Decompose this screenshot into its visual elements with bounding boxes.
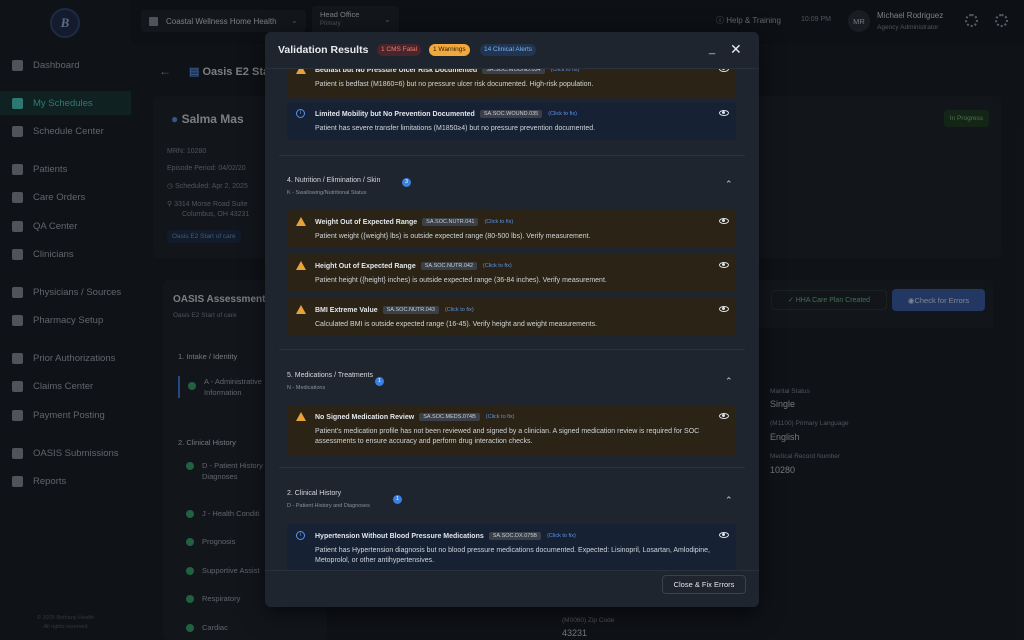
validation-description: Patient has Hypertension diagnosis but n… [315, 547, 710, 564]
click-to-fix-link[interactable]: (Click to fix) [483, 263, 512, 269]
validation-title: Weight Out of Expected Range SA.SOC.NUTR.… [315, 218, 513, 226]
click-to-fix-link[interactable]: (Click to fix) [547, 533, 576, 539]
section-divider [279, 155, 745, 156]
minimize-icon[interactable]: _ [709, 43, 715, 55]
validation-title-text: BMI Extreme Value [315, 307, 378, 314]
section-count-badge: 1 [393, 495, 402, 504]
validation-description: Patient's medication profile has not bee… [315, 428, 700, 445]
eye-icon[interactable] [719, 306, 729, 312]
eye-icon[interactable] [719, 69, 729, 72]
rule-code: SA.SOC.NUTR.042 [420, 262, 478, 270]
section-subtitle: N - Medications [287, 385, 326, 391]
fatal-badge: 1 CMS Fatal [377, 44, 422, 56]
eye-icon[interactable] [719, 110, 729, 116]
validation-title-text: Bedfast but No Pressure Ulcer Risk Docum… [315, 69, 478, 74]
section-subtitle: D - Patient History and Diagnoses [287, 503, 370, 509]
clinical-alert-badge: 14 Clinical Alerts [480, 44, 537, 56]
validation-title: Height Out of Expected Range SA.SOC.NUTR.… [315, 262, 512, 270]
rule-code: SA.SOC.NUTR.041 [422, 218, 479, 226]
modal-header: Validation Results 1 CMS Fatal 1 Warning… [265, 32, 759, 69]
validation-item[interactable]: i Limited Mobility but No Prevention Docu… [287, 102, 736, 140]
validation-description: Patient is bedfast (M1860=6) but no pres… [315, 81, 594, 88]
section-title[interactable]: 2. Clinical History [287, 490, 341, 497]
info-icon: i [296, 531, 305, 540]
rule-code: SA.SOC.WOUND.035 [479, 110, 543, 118]
click-to-fix-link[interactable]: (Click to fix) [486, 414, 515, 420]
validation-item[interactable]: No Signed Medication Review SA.SOC.MEDS.0… [287, 405, 736, 455]
validation-title-text: Limited Mobility but No Prevention Docum… [315, 111, 475, 118]
click-to-fix-link[interactable]: (Click to fix) [551, 69, 580, 73]
close-fix-errors-button[interactable]: Close & Fix Errors [662, 575, 746, 594]
validation-item[interactable]: i Hypertension Without Blood Pressure Med… [287, 524, 736, 570]
validation-item[interactable]: Height Out of Expected Range SA.SOC.NUTR.… [287, 254, 736, 292]
section-subtitle: K - Swallowing/Nutritional Status [287, 190, 367, 196]
section-title[interactable]: 4. Nutrition / Elimination / Skin [287, 177, 380, 184]
validation-item[interactable]: Weight Out of Expected Range SA.SOC.NUTR.… [287, 210, 736, 248]
rule-code: SA.SOC.DX.075B [488, 532, 542, 540]
click-to-fix-link[interactable]: (Click to fix) [445, 307, 474, 313]
validation-title-text: Hypertension Without Blood Pressure Medi… [315, 533, 484, 540]
click-to-fix-link[interactable]: (Click to fix) [484, 219, 513, 225]
eye-icon[interactable] [719, 262, 729, 268]
chevron-up-icon[interactable]: ⌃ [725, 179, 733, 190]
validation-description: Calculated BMI is outside expected range… [315, 321, 598, 328]
rule-code: SA.SOC.WOUND.034 [482, 69, 545, 74]
modal-title: Validation Results [278, 44, 369, 56]
validation-title: No Signed Medication Review SA.SOC.MEDS.0… [315, 413, 515, 421]
validation-item[interactable]: Bedfast but No Pressure Ulcer Risk Docum… [287, 69, 736, 98]
rule-code: SA.SOC.NUTR.043 [382, 306, 439, 314]
validation-title: Bedfast but No Pressure Ulcer Risk Docum… [315, 69, 579, 74]
warning-icon [296, 217, 306, 226]
warning-icon [296, 412, 306, 421]
validation-title: Limited Mobility but No Prevention Docum… [315, 110, 577, 118]
validation-description: Patient weight ({weight} lbs) is outside… [315, 233, 591, 240]
section-divider [279, 467, 745, 468]
section-count-badge: 3 [402, 178, 411, 187]
modal-body: Bedfast but No Pressure Ulcer Risk Docum… [265, 69, 759, 570]
section-divider [279, 349, 745, 350]
eye-icon[interactable] [719, 218, 729, 224]
info-icon: i [296, 109, 305, 118]
validation-title: BMI Extreme Value SA.SOC.NUTR.043 (Click t… [315, 306, 474, 314]
validation-title-text: Weight Out of Expected Range [315, 219, 418, 226]
validation-title: Hypertension Without Blood Pressure Medi… [315, 532, 576, 540]
validation-description: Patient has severe transfer limitations … [315, 125, 596, 132]
eye-icon[interactable] [719, 413, 729, 419]
chevron-up-icon[interactable]: ⌃ [725, 376, 733, 387]
validation-title-text: No Signed Medication Review [315, 414, 415, 421]
modal-footer: Close & Fix Errors [265, 570, 759, 607]
warning-icon [296, 69, 306, 74]
click-to-fix-link[interactable]: (Click to fix) [548, 111, 577, 117]
validation-item[interactable]: BMI Extreme Value SA.SOC.NUTR.043 (Click t… [287, 298, 736, 336]
validation-title-text: Height Out of Expected Range [315, 263, 416, 270]
warning-icon [296, 305, 306, 314]
rule-code: SA.SOC.MEDS.074B [419, 413, 480, 421]
warning-badge: 1 Warnings [429, 44, 470, 56]
chevron-up-icon[interactable]: ⌃ [725, 495, 733, 506]
section-title[interactable]: 5. Medications / Treatments [287, 372, 373, 379]
eye-icon[interactable] [719, 532, 729, 538]
close-icon[interactable]: ✕ [730, 41, 742, 58]
validation-modal: Validation Results 1 CMS Fatal 1 Warning… [265, 32, 759, 607]
validation-description: Patient height ({height} inches) is outs… [315, 277, 607, 284]
warning-icon [296, 261, 306, 270]
section-count-badge: 1 [375, 377, 384, 386]
